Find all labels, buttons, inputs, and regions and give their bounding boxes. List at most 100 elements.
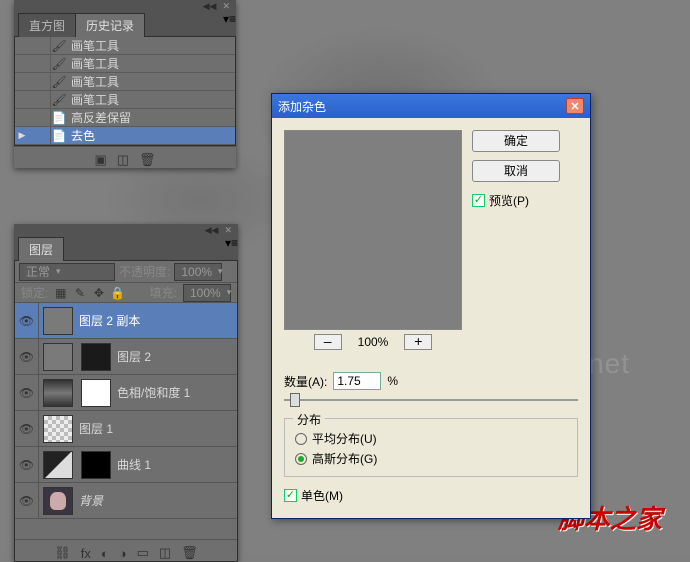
- new-layer-icon[interactable]: ◫: [159, 545, 171, 561]
- layer-row[interactable]: 👁 背景: [15, 483, 237, 519]
- history-item-label: 画笔工具: [67, 55, 119, 72]
- preview-checkbox[interactable]: ✓: [472, 194, 485, 207]
- layer-thumb[interactable]: [43, 343, 73, 371]
- distribution-label: 分布: [293, 411, 325, 428]
- layers-panel: ◀◀ ✕ 图层 ▾≡ 正常 不透明度: 100% 锁定: ▦ ✎ ✥ 🔒 填充:…: [14, 224, 238, 562]
- history-item-label: 高反差保留: [67, 109, 131, 126]
- group-icon[interactable]: ▭: [137, 545, 149, 561]
- lock-move-icon[interactable]: ✥: [92, 286, 105, 299]
- link-icon[interactable]: ⛓: [54, 545, 71, 561]
- zoom-out-button[interactable]: –: [314, 334, 342, 350]
- amount-slider[interactable]: [284, 392, 578, 408]
- preview-checkbox-label: 预览(P): [489, 192, 529, 209]
- visibility-toggle[interactable]: 👁: [15, 375, 39, 411]
- amount-unit: %: [387, 374, 398, 388]
- brush-icon: 🖌: [51, 75, 67, 89]
- layers-footer: ⛓ fx ◐ ◑ ▭ ◫ 🗑: [15, 539, 237, 561]
- tab-histogram[interactable]: 直方图: [18, 13, 76, 37]
- layer-thumb[interactable]: [81, 451, 111, 479]
- zoom-in-button[interactable]: +: [404, 334, 432, 350]
- visibility-toggle[interactable]: 👁: [15, 447, 39, 483]
- layer-row[interactable]: 👁 图层 2: [15, 339, 237, 375]
- ok-button[interactable]: 确定: [472, 130, 560, 152]
- amount-input[interactable]: [333, 372, 381, 390]
- panel-menu-icon[interactable]: ▾≡: [225, 236, 238, 260]
- mono-checkbox[interactable]: ✓: [284, 489, 297, 502]
- layer-row[interactable]: 👁 图层 1: [15, 411, 237, 447]
- lock-paint-icon[interactable]: ✎: [73, 286, 86, 299]
- tab-history[interactable]: 历史记录: [75, 13, 145, 37]
- preview-image[interactable]: [284, 130, 462, 330]
- close-icon[interactable]: ✕: [224, 225, 232, 236]
- lock-trans-icon[interactable]: ▦: [54, 286, 67, 299]
- history-panel: ◀◀ ✕ 直方图 历史记录 ▾≡ 🖌画笔工具🖌画笔工具🖌画笔工具🖌画笔工具📄高反…: [14, 0, 236, 168]
- fill-label: 填充:: [150, 284, 177, 301]
- history-item[interactable]: 🖌画笔工具: [15, 91, 235, 109]
- visibility-toggle[interactable]: 👁: [15, 483, 39, 519]
- gaussian-radio[interactable]: [295, 453, 307, 465]
- brush-icon: 🖌: [51, 57, 67, 71]
- opacity-label: 不透明度:: [119, 263, 170, 280]
- opacity-input[interactable]: 100%: [174, 263, 222, 281]
- lock-all-icon[interactable]: 🔒: [111, 286, 124, 299]
- collapse-icon[interactable]: ◀◀: [205, 225, 219, 236]
- dialog-titlebar[interactable]: 添加杂色 ✕: [272, 94, 590, 118]
- layer-row[interactable]: 👁 曲线 1: [15, 447, 237, 483]
- history-footer: ▣ ◫ 🗑: [14, 146, 236, 168]
- visibility-toggle[interactable]: 👁: [15, 303, 39, 339]
- history-item[interactable]: ▶📄去色: [15, 127, 235, 145]
- cancel-button[interactable]: 取消: [472, 160, 560, 182]
- fill-input[interactable]: 100%: [183, 284, 231, 302]
- uniform-radio[interactable]: [295, 433, 307, 445]
- brush-icon: 🖌: [51, 93, 67, 107]
- layer-thumb[interactable]: [43, 379, 73, 407]
- collapse-icon[interactable]: ◀◀: [203, 1, 217, 12]
- visibility-toggle[interactable]: 👁: [15, 339, 39, 375]
- dialog-title: 添加杂色: [278, 98, 326, 115]
- zoom-value: 100%: [358, 335, 389, 349]
- history-item-label: 画笔工具: [67, 37, 119, 54]
- file-icon: 📄: [51, 111, 67, 125]
- history-item-label: 画笔工具: [67, 73, 119, 90]
- layer-label: 曲线 1: [115, 456, 151, 473]
- layer-thumb[interactable]: [81, 379, 111, 407]
- layer-thumb[interactable]: [43, 307, 73, 335]
- amount-label: 数量(A):: [284, 373, 327, 390]
- layer-thumb[interactable]: [43, 415, 73, 443]
- brush-icon: 🖌: [51, 39, 67, 53]
- history-item-label: 画笔工具: [67, 91, 119, 108]
- panel-header[interactable]: ◀◀ ✕: [14, 224, 238, 236]
- layer-row[interactable]: 👁 色相/饱和度 1: [15, 375, 237, 411]
- layer-thumb[interactable]: [81, 343, 111, 371]
- layer-thumb[interactable]: [43, 487, 73, 515]
- history-item[interactable]: 🖌画笔工具: [15, 37, 235, 55]
- tab-layers[interactable]: 图层: [18, 237, 64, 261]
- new-snapshot-icon[interactable]: ▣: [94, 152, 106, 168]
- uniform-label: 平均分布(U): [312, 430, 377, 447]
- layer-label: 图层 1: [77, 420, 113, 437]
- blend-mode-select[interactable]: 正常: [19, 263, 115, 281]
- layer-thumb[interactable]: [43, 451, 73, 479]
- layer-label: 图层 2 副本: [77, 312, 140, 329]
- history-item[interactable]: 🖌画笔工具: [15, 73, 235, 91]
- add-noise-dialog: 添加杂色 ✕ – 100% + 确定 取消 ✓ 预览(P) 数量(A): %: [271, 93, 591, 519]
- history-item[interactable]: 📄高反差保留: [15, 109, 235, 127]
- trash-icon[interactable]: 🗑: [181, 545, 198, 561]
- lock-label: 锁定:: [21, 284, 48, 301]
- dialog-close-button[interactable]: ✕: [566, 98, 584, 114]
- layer-label: 色相/饱和度 1: [115, 384, 190, 401]
- close-icon[interactable]: ✕: [222, 1, 230, 12]
- panel-menu-icon[interactable]: ▾≡: [223, 12, 236, 36]
- panel-header[interactable]: ◀◀ ✕: [14, 0, 236, 12]
- layer-label: 图层 2: [115, 348, 151, 365]
- delete-icon[interactable]: 🗑: [139, 152, 156, 168]
- new-doc-icon[interactable]: ◫: [117, 152, 129, 168]
- mono-label: 单色(M): [301, 487, 343, 504]
- gaussian-label: 高斯分布(G): [312, 450, 377, 467]
- history-item[interactable]: 🖌画笔工具: [15, 55, 235, 73]
- history-item-label: 去色: [67, 127, 95, 144]
- layer-row[interactable]: 👁 图层 2 副本: [15, 303, 237, 339]
- visibility-toggle[interactable]: 👁: [15, 411, 39, 447]
- file-icon: 📄: [51, 129, 67, 143]
- layer-label: 背景: [77, 492, 103, 509]
